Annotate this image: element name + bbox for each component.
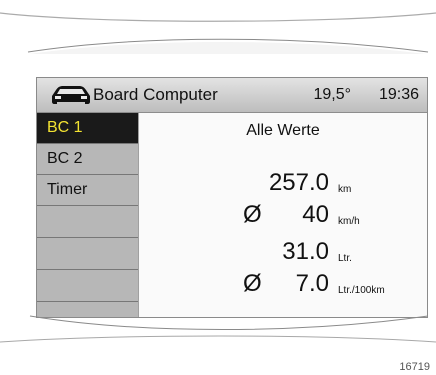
display-frame: Board Computer 19,5° 19:36 BC 1 BC 2 Tim… xyxy=(0,0,436,375)
figure-code: 16719 xyxy=(399,361,430,373)
sidebar-item-timer[interactable]: Timer xyxy=(37,175,138,206)
sidebar-item-bc1[interactable]: BC 1 xyxy=(37,113,138,144)
average-symbol: Ø xyxy=(243,270,262,297)
avg-consumption-unit: Ltr./100km xyxy=(338,285,385,296)
values-panel: Alle Werte 257.0 km Ø 40 km/h 31.0 Ltr. … xyxy=(138,113,427,317)
sidebar-item-empty xyxy=(37,206,138,238)
sidebar-item-empty xyxy=(37,270,138,302)
fuel-used-unit: Ltr. xyxy=(338,253,352,264)
sidebar-item-bc2[interactable]: BC 2 xyxy=(37,144,138,175)
board-computer-screen: Board Computer 19,5° 19:36 BC 1 BC 2 Tim… xyxy=(36,77,428,318)
fuel-used-row: 31.0 Ltr. xyxy=(139,237,427,269)
distance-value: 257.0 xyxy=(268,169,329,196)
car-icon xyxy=(52,86,90,104)
fuel-used-value: 31.0 xyxy=(282,238,329,265)
clock-readout: 19:36 xyxy=(378,86,419,103)
avg-speed-unit: km/h xyxy=(338,216,360,227)
distance-unit: km xyxy=(338,184,352,195)
sidebar-item-empty xyxy=(37,238,138,270)
sidebar: BC 1 BC 2 Timer xyxy=(37,113,138,317)
average-symbol: Ø xyxy=(243,201,262,228)
bezel-top xyxy=(0,12,436,54)
avg-consumption-row: Ø 7.0 Ltr./100km xyxy=(139,269,427,301)
avg-speed-value: 40 xyxy=(302,201,329,228)
section-title: Alle Werte xyxy=(246,122,320,139)
screen-header: Board Computer 19,5° 19:36 xyxy=(37,78,427,113)
avg-speed-row: Ø 40 km/h xyxy=(139,200,427,232)
avg-consumption-value: 7.0 xyxy=(295,270,329,297)
temperature-readout: 19,5° xyxy=(313,86,351,103)
distance-row: 257.0 km xyxy=(139,168,427,200)
screen-title: Board Computer xyxy=(93,85,218,104)
bezel-bottom xyxy=(0,315,436,343)
